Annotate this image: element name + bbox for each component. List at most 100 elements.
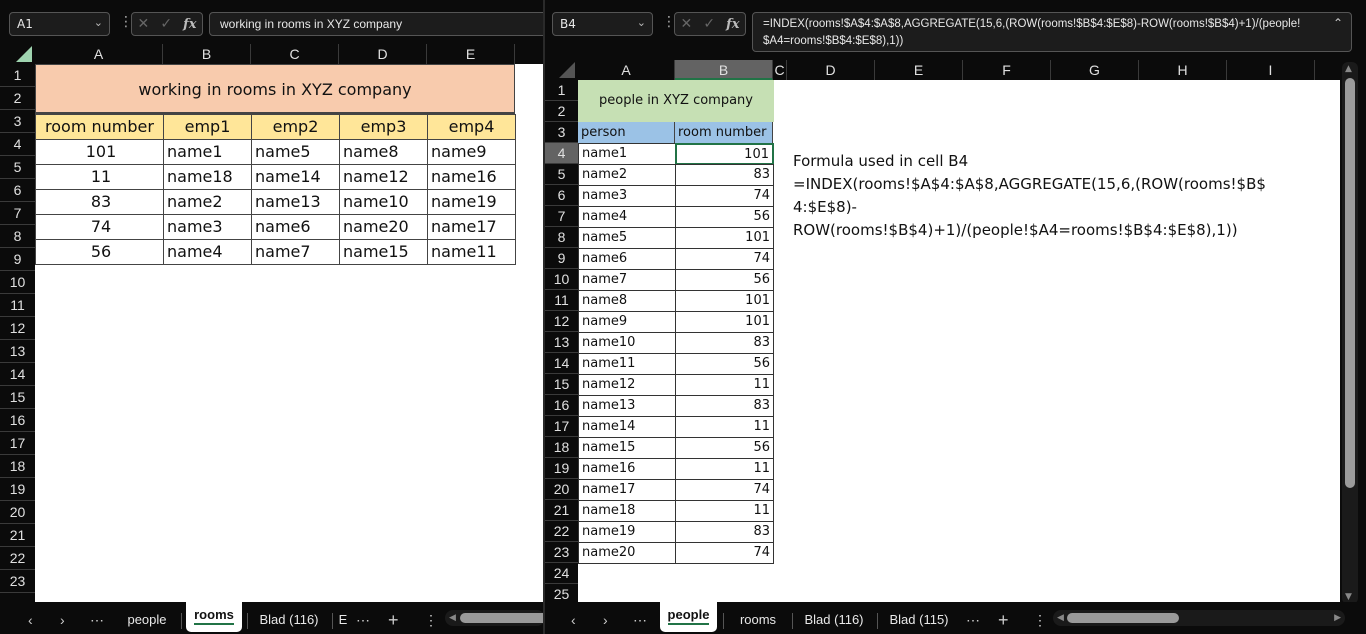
row-header-9[interactable]: 9 (0, 248, 35, 271)
person-cell[interactable]: name17 (578, 479, 676, 501)
tab-rooms[interactable]: rooms (730, 610, 786, 630)
row-header-4[interactable]: 4 (0, 133, 35, 156)
room-number-cell[interactable]: 56 (675, 206, 774, 228)
name-box[interactable]: B4 ⌄ (552, 12, 653, 36)
employee-cell[interactable]: name2 (163, 189, 252, 215)
row-header-9[interactable]: 9 (545, 248, 578, 269)
person-cell[interactable]: name10 (578, 332, 676, 354)
title-cell[interactable]: working in rooms in XYZ company (35, 64, 515, 114)
column-header-g[interactable]: G (1051, 60, 1139, 80)
room-number-cell[interactable]: 101 (675, 227, 774, 249)
person-cell[interactable]: name9 (578, 311, 676, 333)
room-number-cell[interactable]: 74 (35, 214, 164, 240)
person-cell[interactable]: name18 (578, 500, 676, 522)
row-header-12[interactable]: 12 (545, 311, 578, 332)
room-number-cell[interactable]: 101 (675, 311, 774, 333)
row-header-8[interactable]: 8 (545, 227, 578, 248)
tab-truncated[interactable]: E (338, 610, 348, 630)
row-header-16[interactable]: 16 (545, 395, 578, 416)
options-icon[interactable]: ⋮ (424, 610, 438, 630)
tab-blad-115[interactable]: Blad (115) (882, 610, 956, 630)
row-header-15[interactable]: 15 (545, 374, 578, 395)
person-cell[interactable]: name5 (578, 227, 676, 249)
sheet-grid-people[interactable]: people in XYZ company person room number … (578, 80, 1340, 602)
chevron-down-icon[interactable]: ⌄ (94, 16, 103, 29)
row-header-21[interactable]: 21 (0, 524, 35, 547)
more-sheets-icon[interactable]: ⋯ (90, 610, 104, 630)
person-cell[interactable]: name4 (578, 206, 676, 228)
employee-cell[interactable]: name3 (163, 214, 252, 240)
collapse-formula-icon[interactable]: ⌃ (1333, 15, 1343, 32)
employee-cell[interactable]: name20 (339, 214, 428, 240)
row-header-2[interactable]: 2 (545, 101, 578, 122)
scroll-down-icon[interactable]: ▼ (1345, 592, 1352, 602)
tab-blad-116[interactable]: Blad (116) (797, 610, 871, 630)
header-cell[interactable]: room number (675, 122, 773, 143)
row-header-23[interactable]: 23 (0, 570, 35, 593)
row-header-12[interactable]: 12 (0, 317, 35, 340)
room-number-cell[interactable]: 101 (675, 290, 774, 312)
chevron-down-icon[interactable]: ⌄ (637, 16, 646, 29)
options-icon[interactable]: ⋮ (1033, 610, 1047, 630)
room-number-cell[interactable]: 83 (675, 164, 774, 186)
row-header-15[interactable]: 15 (0, 386, 35, 409)
scroll-thumb[interactable] (460, 613, 543, 623)
room-number-cell[interactable]: 101 (35, 139, 164, 165)
room-number-cell[interactable]: 83 (35, 189, 164, 215)
column-header-f[interactable] (515, 44, 543, 64)
row-header-1[interactable]: 1 (545, 80, 578, 101)
employee-cell[interactable]: name11 (427, 239, 516, 265)
row-header-3[interactable]: 3 (0, 110, 35, 133)
column-header-h[interactable]: H (1139, 60, 1227, 80)
cancel-icon[interactable]: ✕ (138, 16, 150, 32)
tab-people[interactable]: people (118, 610, 176, 630)
row-header-6[interactable]: 6 (545, 185, 578, 206)
more-tabs-icon[interactable]: ⋯ (356, 610, 370, 630)
room-number-cell[interactable]: 83 (675, 332, 774, 354)
employee-cell[interactable]: name16 (427, 164, 516, 190)
row-header-22[interactable]: 22 (0, 547, 35, 570)
room-number-cell[interactable]: 11 (675, 458, 774, 480)
prev-sheet-icon[interactable]: ‹ (28, 610, 33, 630)
column-header-b[interactable]: B (675, 60, 773, 80)
room-number-cell[interactable]: 83 (675, 395, 774, 417)
employee-cell[interactable]: name15 (339, 239, 428, 265)
person-cell[interactable]: name20 (578, 542, 676, 564)
person-cell[interactable]: name12 (578, 374, 676, 396)
column-header-f[interactable]: F (963, 60, 1051, 80)
select-all-corner[interactable] (16, 46, 32, 62)
column-header-b[interactable]: B (163, 44, 251, 64)
scroll-thumb[interactable] (1067, 613, 1179, 623)
employee-cell[interactable]: name7 (251, 239, 340, 265)
row-header-17[interactable]: 17 (0, 432, 35, 455)
employee-cell[interactable]: name12 (339, 164, 428, 190)
person-cell[interactable]: name8 (578, 290, 676, 312)
header-cell[interactable]: person (578, 122, 675, 143)
employee-cell[interactable]: name6 (251, 214, 340, 240)
row-header-23[interactable]: 23 (545, 542, 578, 563)
next-sheet-icon[interactable]: › (60, 610, 65, 630)
person-cell[interactable]: name19 (578, 521, 676, 543)
person-cell[interactable]: name2 (578, 164, 676, 186)
check-icon[interactable]: ✓ (160, 16, 172, 32)
employee-cell[interactable]: name17 (427, 214, 516, 240)
person-cell[interactable]: name13 (578, 395, 676, 417)
employee-cell[interactable]: name14 (251, 164, 340, 190)
row-header-10[interactable]: 10 (545, 269, 578, 290)
row-header-14[interactable]: 14 (0, 363, 35, 386)
vertical-scrollbar[interactable]: ▲ ▼ (1342, 62, 1358, 604)
person-cell[interactable]: name11 (578, 353, 676, 375)
row-header-11[interactable]: 11 (0, 294, 35, 317)
column-header-e[interactable]: E (875, 60, 963, 80)
row-header-2[interactable]: 2 (0, 87, 35, 110)
row-header-7[interactable]: 7 (0, 202, 35, 225)
employee-cell[interactable]: name4 (163, 239, 252, 265)
check-icon[interactable]: ✓ (703, 16, 715, 32)
room-number-cell[interactable]: 56 (675, 353, 774, 375)
sheet-grid-rooms[interactable]: working in rooms in XYZ company room num… (35, 64, 543, 604)
row-header-19[interactable]: 19 (0, 478, 35, 501)
employee-cell[interactable]: name8 (339, 139, 428, 165)
column-header-d[interactable]: D (339, 44, 427, 64)
row-header-6[interactable]: 6 (0, 179, 35, 202)
employee-cell[interactable]: name1 (163, 139, 252, 165)
